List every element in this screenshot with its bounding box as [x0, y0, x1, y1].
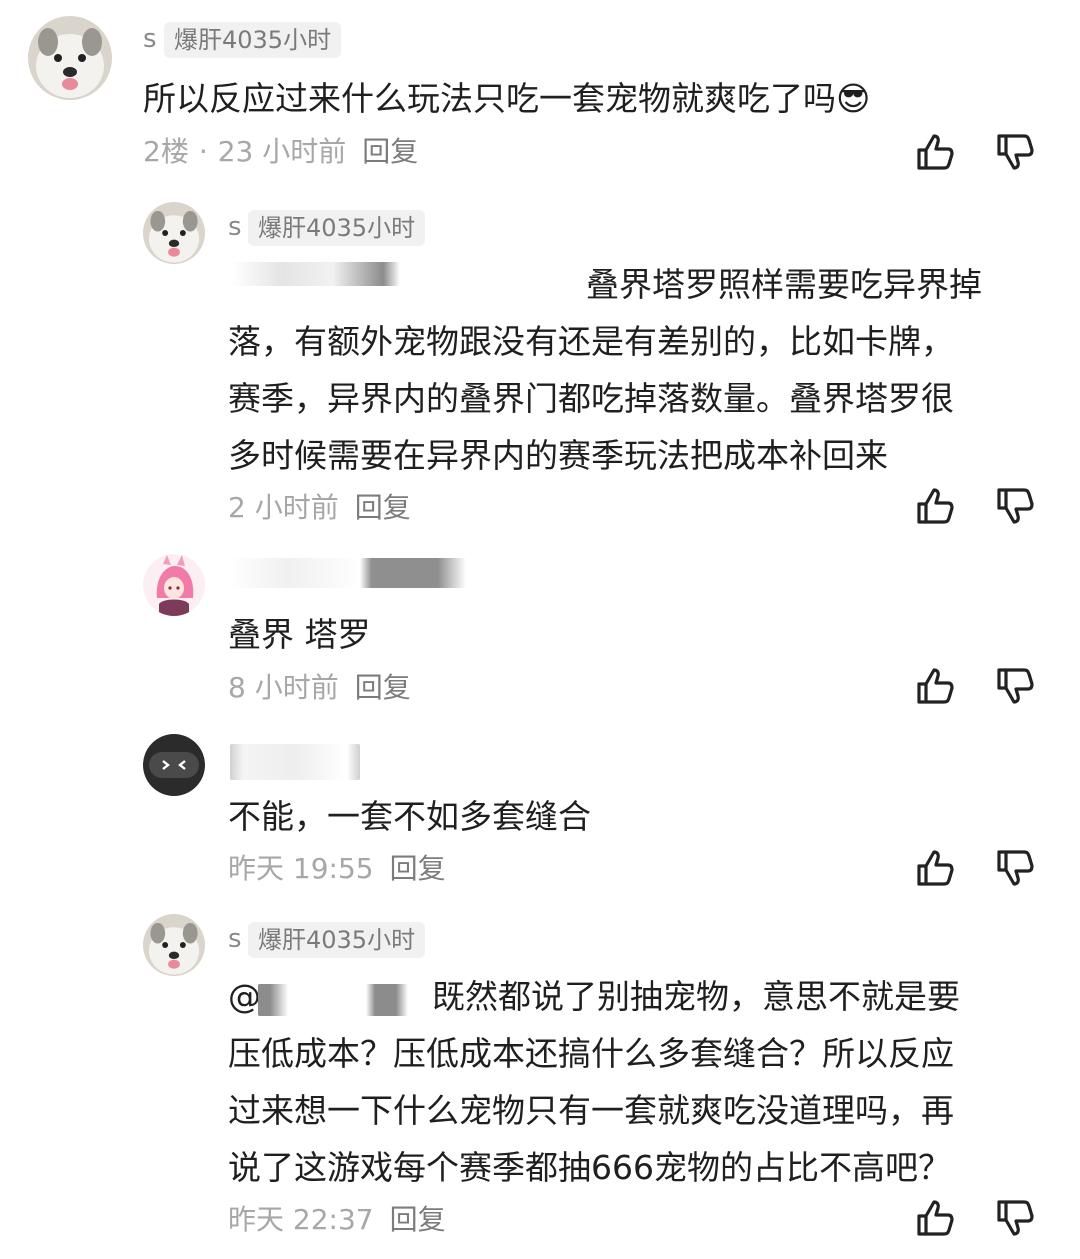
- comment-line: 落，有额外宠物跟没有还是有差别的，比如卡牌，: [228, 322, 954, 361]
- username[interactable]: s: [228, 214, 242, 240]
- floor-number: 2楼: [143, 135, 189, 168]
- thumbs-up-icon[interactable]: [913, 664, 957, 708]
- comment-line: 说了这游戏每个赛季都抽666宠物的占比不高吧？: [228, 1148, 951, 1187]
- comment-line: 既然都说了别抽宠物，意思不就是要: [432, 977, 960, 1016]
- timestamp: 23 小时前: [217, 135, 347, 168]
- thumbs-down-icon[interactable]: [993, 1196, 1037, 1240]
- husky-dog-avatar-icon: [143, 202, 205, 264]
- comment-1: s 爆肝4035小时 所以反应过来什么玩法只吃一套宠物就爽吃了吗😎 2楼 · 23 …: [0, 0, 1080, 190]
- comment-text: 叠界塔罗照样需要吃异界掉 落，有额外宠物跟没有还是有差别的，比如卡牌， 赛季，异…: [228, 256, 982, 484]
- comment-meta: 昨天 19:55 回复: [228, 855, 446, 883]
- avatar[interactable]: [143, 914, 205, 976]
- reply-button[interactable]: 回复: [355, 491, 411, 524]
- thumbs-up-icon[interactable]: [913, 1196, 957, 1240]
- avatar[interactable]: [143, 734, 205, 796]
- avatar[interactable]: [143, 554, 205, 616]
- user-badge: 爆肝4035小时: [248, 210, 426, 246]
- comment-meta: 2 小时前 回复: [228, 494, 411, 522]
- dark-face-avatar-icon: [143, 734, 205, 796]
- comment-line: 不能，一套不如多套缝合: [228, 797, 591, 836]
- comment-5: s 爆肝4035小时 @ 既然都说了别抽宠物，意思不就是要 压低成本？压低成本还…: [0, 900, 1080, 1259]
- comment-line: 叠界 塔罗: [228, 615, 371, 654]
- comment-line: 叠界塔罗照样需要吃异界掉: [586, 265, 982, 304]
- separator-dot: ·: [198, 135, 208, 168]
- thumbs-down-icon[interactable]: [993, 484, 1037, 528]
- thumbs-down-icon[interactable]: [993, 846, 1037, 890]
- comment-line: 过来想一下什么宠物只有一套就爽吃没道理吗，再: [228, 1091, 954, 1130]
- comment-text: 既然都说了别抽宠物，意思不就是要 压低成本？压低成本还搞什么多套缝合？所以反应 …: [228, 968, 960, 1196]
- username[interactable]: s: [143, 26, 157, 52]
- thumbs-up-icon[interactable]: [913, 484, 957, 528]
- username[interactable]: s: [228, 926, 242, 952]
- reply-button[interactable]: 回复: [390, 1203, 446, 1236]
- timestamp: 2 小时前: [228, 491, 339, 524]
- user-badge: 爆肝4035小时: [248, 922, 426, 958]
- husky-dog-avatar-icon: [28, 16, 112, 100]
- husky-dog-avatar-icon: [143, 914, 205, 976]
- timestamp: 8 小时前: [228, 671, 339, 704]
- comment-text: 所以反应过来什么玩法只吃一套宠物就爽吃了吗😎: [143, 70, 870, 127]
- comment-line: 多时候需要在异界内的赛季玩法把成本补回来: [228, 436, 888, 475]
- comment-text: 叠界 塔罗: [228, 606, 371, 663]
- thumbs-up-icon[interactable]: [913, 130, 957, 174]
- thumbs-up-icon[interactable]: [913, 846, 957, 890]
- thumbs-down-icon[interactable]: [993, 664, 1037, 708]
- redacted-username: [230, 744, 360, 780]
- comment-3: 叠界 塔罗 8 小时前 回复: [0, 540, 1080, 720]
- pink-anime-avatar-icon: [143, 554, 205, 616]
- comment-2: s 爆肝4035小时 叠界塔罗照样需要吃异界掉 落，有额外宠物跟没有还是有差别的…: [0, 190, 1080, 540]
- comment-meta: 昨天 22:37 回复: [228, 1206, 446, 1234]
- timestamp: 昨天 19:55: [228, 852, 374, 885]
- user-badge: 爆肝4035小时: [164, 22, 342, 58]
- comment-text: 不能，一套不如多套缝合: [228, 788, 591, 845]
- redacted-username: [230, 558, 466, 588]
- comment-line: 压低成本？压低成本还搞什么多套缝合？所以反应: [228, 1034, 954, 1073]
- avatar[interactable]: [143, 202, 205, 264]
- comment-line: 所以反应过来什么玩法只吃一套宠物就爽吃了吗😎: [143, 79, 871, 118]
- reply-button[interactable]: 回复: [355, 671, 411, 704]
- comment-meta: 8 小时前 回复: [228, 674, 411, 702]
- reply-button[interactable]: 回复: [362, 135, 418, 168]
- avatar[interactable]: [28, 16, 112, 100]
- thumbs-down-icon[interactable]: [993, 130, 1037, 174]
- timestamp: 昨天 22:37: [228, 1203, 374, 1236]
- comment-line: 赛季，异界内的叠界门都吃掉落数量。叠界塔罗很: [228, 379, 954, 418]
- reply-button[interactable]: 回复: [390, 852, 446, 885]
- comment-4: 不能，一套不如多套缝合 昨天 19:55 回复: [0, 720, 1080, 900]
- comment-meta: 2楼 · 23 小时前 回复: [143, 138, 418, 166]
